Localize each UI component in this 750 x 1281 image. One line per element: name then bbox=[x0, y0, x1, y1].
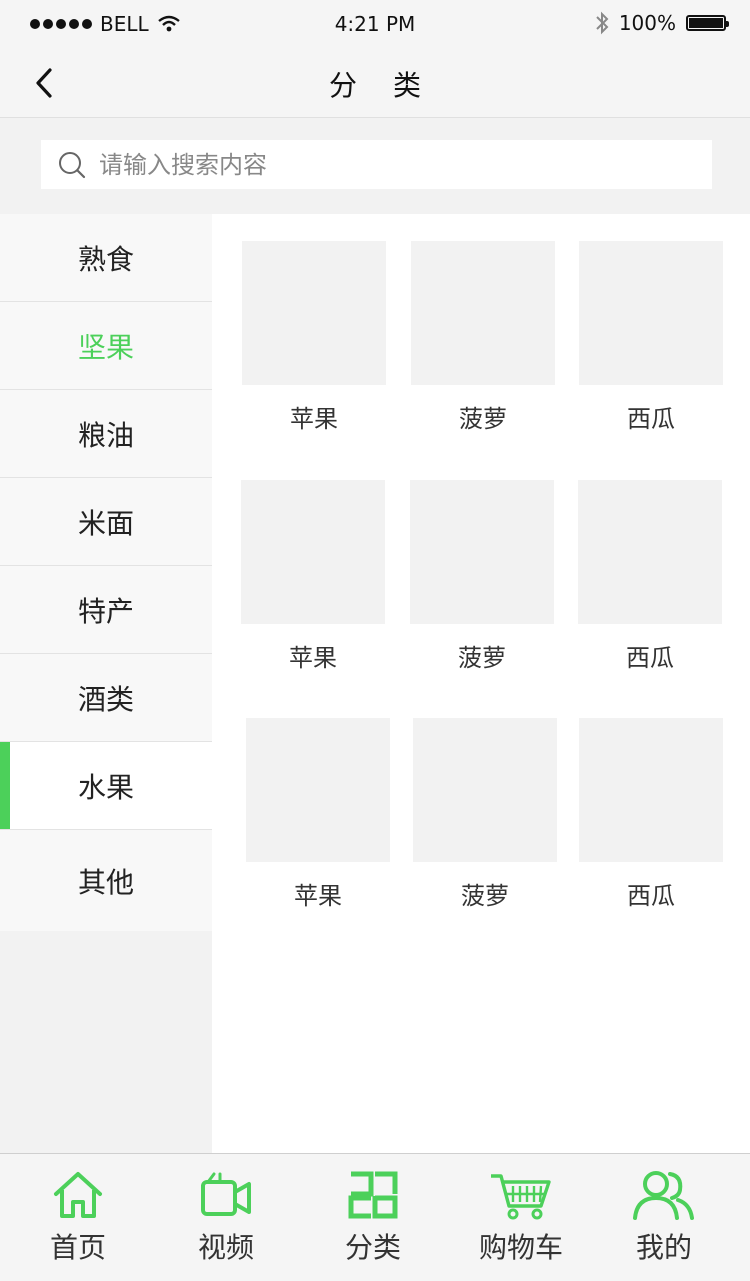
product-name: 菠萝 bbox=[458, 644, 506, 672]
product-card[interactable]: 苹果 bbox=[246, 718, 390, 911]
status-bar: BELL 4:21 PM 100% bbox=[0, 0, 750, 50]
search-input[interactable] bbox=[99, 150, 659, 179]
tab-home[interactable]: 首页 bbox=[3, 1154, 153, 1281]
tab-video[interactable]: 视频 bbox=[151, 1154, 301, 1281]
tab-cart[interactable]: 购物车 bbox=[446, 1154, 596, 1281]
sidebar-item-fruit[interactable]: 水果 bbox=[0, 742, 212, 830]
product-name: 菠萝 bbox=[461, 882, 509, 910]
sidebar-item-liquor[interactable]: 酒类 bbox=[0, 654, 212, 742]
product-name: 西瓜 bbox=[627, 882, 675, 910]
product-image bbox=[579, 718, 723, 862]
product-name: 苹果 bbox=[289, 644, 337, 672]
tab-category[interactable]: 分类 bbox=[298, 1154, 448, 1281]
sidebar-item-label: 米面 bbox=[77, 506, 134, 540]
product-card[interactable]: 苹果 bbox=[241, 480, 385, 673]
sidebar-item-label: 酒类 bbox=[77, 682, 134, 716]
sidebar-item-grain-oil[interactable]: 粮油 bbox=[0, 390, 212, 478]
product-image bbox=[413, 718, 557, 862]
sidebar-item-label: 水果 bbox=[77, 770, 134, 804]
sidebar-item-label: 熟食 bbox=[77, 242, 134, 276]
product-card[interactable]: 西瓜 bbox=[579, 241, 723, 434]
category-icon bbox=[348, 1171, 398, 1219]
tab-label: 首页 bbox=[49, 1231, 106, 1264]
sidebar-item-cooked-food[interactable]: 熟食 bbox=[0, 214, 212, 302]
bottom-tab-bar: 首页 视频 分类 购物车 我的 bbox=[0, 1153, 750, 1281]
tab-mine[interactable]: 我的 bbox=[589, 1154, 739, 1281]
product-card[interactable]: 菠萝 bbox=[413, 718, 557, 911]
product-grid: 苹果 菠萝 西瓜 苹果 菠萝 西瓜 苹果 菠萝 西瓜 bbox=[212, 214, 750, 1153]
product-name: 菠萝 bbox=[459, 405, 507, 433]
sidebar-item-label: 特产 bbox=[77, 594, 134, 628]
product-image bbox=[578, 480, 722, 624]
tab-label: 分类 bbox=[344, 1231, 401, 1264]
battery-percent: 100% bbox=[618, 11, 676, 35]
product-card[interactable]: 西瓜 bbox=[578, 480, 722, 673]
product-image bbox=[246, 718, 390, 862]
product-card[interactable]: 菠萝 bbox=[410, 480, 554, 673]
product-card[interactable]: 西瓜 bbox=[579, 718, 723, 911]
product-image bbox=[241, 480, 385, 624]
tab-label: 视频 bbox=[197, 1231, 254, 1264]
battery-icon bbox=[686, 15, 729, 31]
home-icon bbox=[54, 1172, 102, 1218]
sidebar-item-specialties[interactable]: 特产 bbox=[0, 566, 212, 654]
product-name: 西瓜 bbox=[627, 405, 675, 433]
sidebar-item-other[interactable]: 其他 bbox=[0, 830, 212, 931]
status-right: 100% bbox=[595, 11, 729, 35]
sidebar-item-nuts[interactable]: 坚果 bbox=[0, 302, 212, 390]
sidebar-item-label: 其他 bbox=[77, 865, 134, 899]
product-image bbox=[411, 241, 555, 385]
user-icon bbox=[633, 1171, 694, 1220]
sidebar-item-label: 坚果 bbox=[77, 330, 134, 364]
bluetooth-icon bbox=[596, 11, 609, 35]
product-image bbox=[410, 480, 554, 624]
navigation-bar: 分类 bbox=[0, 50, 750, 118]
product-name: 苹果 bbox=[294, 882, 342, 910]
sidebar-item-rice-noodles[interactable]: 米面 bbox=[0, 478, 212, 566]
cart-icon bbox=[491, 1174, 551, 1220]
product-card[interactable]: 苹果 bbox=[242, 241, 386, 434]
category-sidebar: 熟食 坚果 粮油 米面 特产 酒类 水果 其他 bbox=[0, 214, 212, 931]
product-name: 西瓜 bbox=[626, 644, 674, 672]
search-box[interactable] bbox=[41, 140, 712, 189]
search-area bbox=[0, 118, 750, 214]
page-title: 分类 bbox=[328, 69, 457, 102]
video-icon bbox=[201, 1172, 251, 1216]
product-image bbox=[579, 241, 723, 385]
sidebar-item-label: 粮油 bbox=[77, 418, 134, 452]
product-name: 苹果 bbox=[290, 405, 338, 433]
product-image bbox=[242, 241, 386, 385]
tab-label: 我的 bbox=[635, 1231, 692, 1264]
product-card[interactable]: 菠萝 bbox=[411, 241, 555, 434]
tab-label: 购物车 bbox=[478, 1231, 563, 1264]
search-icon bbox=[59, 151, 86, 178]
